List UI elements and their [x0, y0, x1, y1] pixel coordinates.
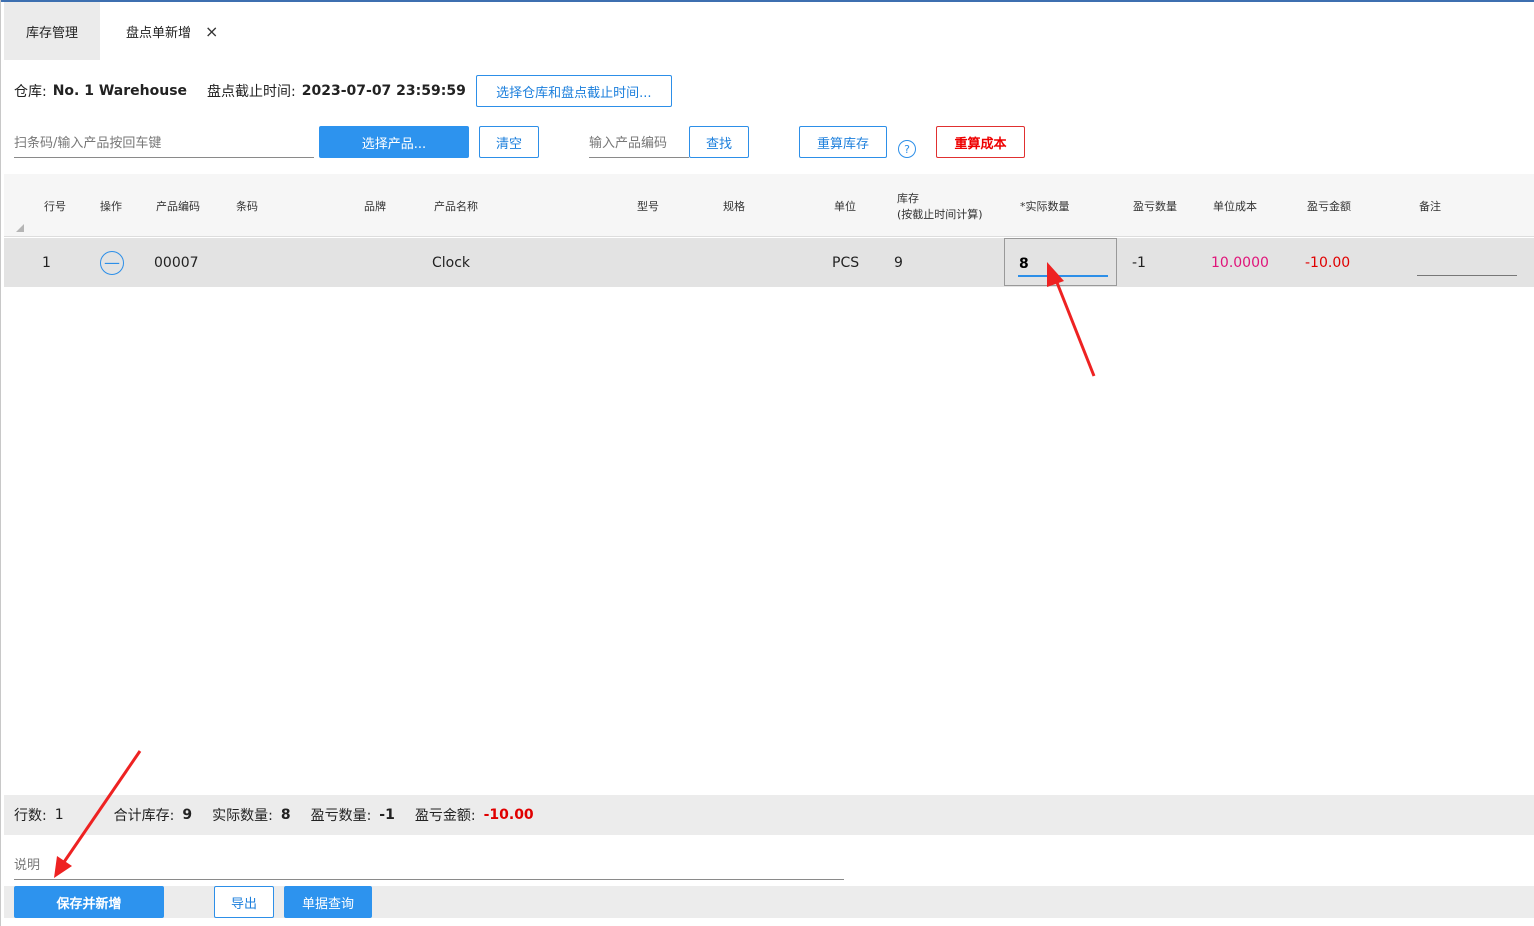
header-barcode: 条码: [236, 199, 258, 213]
cell-stock: 9: [894, 254, 903, 271]
header-actual: *实际数量: [1020, 199, 1070, 213]
header-stock-line1: 库存: [897, 191, 919, 205]
select-product-button[interactable]: 选择产品...: [319, 126, 469, 158]
document-query-button[interactable]: 单据查询: [284, 886, 372, 918]
warehouse-info: 仓库: No. 1 Warehouse 盘点截止时间: 2023-07-07 2…: [14, 75, 672, 107]
cell-unit: PCS: [832, 254, 860, 271]
actual-qty-input[interactable]: [1018, 253, 1108, 277]
cell-code: 00007: [154, 254, 199, 271]
cutoff-label: 盘点截止时间:: [207, 84, 296, 100]
diff-amount-value: -10.00: [483, 807, 534, 823]
table-header: 行号 操作 产品编码 条码 品牌 产品名称 型号 规格 单位 库存 (按截止时间…: [4, 174, 1534, 237]
remark-input[interactable]: [1417, 252, 1517, 276]
cell-name: Clock: [432, 254, 471, 271]
header-unit: 单位: [834, 199, 856, 213]
header-remark: 备注: [1419, 199, 1441, 213]
diff-qty-label: 盈亏数量:: [310, 808, 372, 824]
warehouse-value: No. 1 Warehouse: [52, 83, 188, 99]
find-button[interactable]: 查找: [689, 126, 749, 158]
header-diff-qty: 盈亏数量: [1133, 199, 1177, 213]
recalc-cost-button[interactable]: 重算成本: [936, 126, 1025, 158]
header-model: 型号: [637, 199, 659, 213]
cell-unit-cost: 10.0000: [1211, 254, 1269, 271]
actual-qty-value: 8: [280, 807, 291, 823]
header-stock: 库存 (按截止时间计算): [897, 174, 983, 237]
header-op: 操作: [100, 199, 122, 213]
resize-corner-icon: [16, 224, 24, 232]
cell-diff-amount: -10.00: [1305, 254, 1351, 271]
product-code-input[interactable]: [589, 130, 689, 158]
left-border: [0, 0, 1, 926]
actual-qty-label: 实际数量:: [212, 808, 273, 824]
header-stock-line2: (按截止时间计算): [897, 207, 983, 221]
header-line: 行号: [44, 199, 66, 213]
diff-qty-value: -1: [379, 807, 395, 823]
tab-label: 盘点单新增: [126, 25, 192, 41]
cell-line: 1: [42, 254, 51, 271]
scan-barcode-input[interactable]: [14, 130, 314, 158]
header-name: 产品名称: [434, 199, 478, 213]
warehouse-label: 仓库:: [14, 84, 47, 100]
header-brand: 品牌: [364, 199, 386, 213]
rows-value: 1: [54, 807, 64, 823]
remove-row-icon[interactable]: —: [100, 250, 124, 275]
actual-qty-cell: [1004, 238, 1117, 286]
description-input[interactable]: [14, 852, 844, 880]
tab-label: 库存管理: [25, 25, 78, 41]
summary-bar: 行数: 1 合计库存: 9 实际数量: 8 盈亏数量: -1 盈亏金额: -10…: [4, 795, 1534, 835]
header-diff-amount: 盈亏金额: [1307, 199, 1351, 213]
cutoff-value: 2023-07-07 23:59:59: [301, 83, 466, 99]
tab-bar: 库存管理 盘点单新增 ×: [4, 2, 239, 60]
save-and-new-button[interactable]: 保存并新增: [14, 886, 164, 918]
total-stock-label: 合计库存:: [113, 808, 175, 824]
export-button[interactable]: 导出: [214, 886, 274, 918]
cell-op: —: [100, 238, 124, 287]
cell-diff-qty: -1: [1132, 254, 1146, 271]
header-unit-cost: 单位成本: [1213, 199, 1257, 213]
select-warehouse-cutoff-button[interactable]: 选择仓库和盘点截止时间...: [475, 75, 672, 107]
help-icon[interactable]: ?: [898, 140, 916, 158]
recalc-stock-button[interactable]: 重算库存: [799, 126, 887, 158]
total-stock-value: 9: [182, 807, 193, 823]
table-row[interactable]: 1 — 00007 Clock PCS 9 -1 10.0000 -10.00: [4, 238, 1534, 287]
diff-amount-label: 盈亏金额:: [414, 808, 476, 824]
rows-label: 行数:: [14, 808, 47, 824]
header-spec: 规格: [723, 199, 745, 213]
close-icon[interactable]: ×: [205, 22, 218, 41]
tab-new-stocktake[interactable]: 盘点单新增 ×: [100, 2, 239, 60]
clear-button[interactable]: 清空: [479, 126, 539, 158]
header-code: 产品编码: [156, 199, 200, 213]
tab-inventory-management[interactable]: 库存管理: [4, 2, 100, 60]
